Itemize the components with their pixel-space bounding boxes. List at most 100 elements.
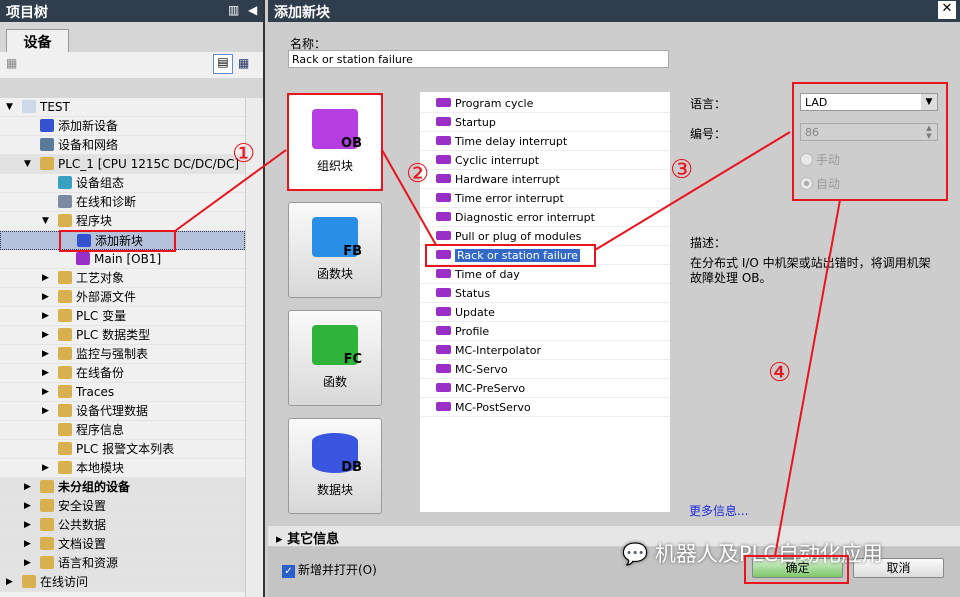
ob-list-item[interactable]: Status [420,284,670,303]
chevron-down-icon[interactable]: ▼ [921,94,937,110]
other-info-label: 其它信息 [287,532,340,547]
expand-open-icon[interactable]: ▼ [24,155,31,174]
manual-radio[interactable]: 手动 [800,151,840,168]
more-info-link[interactable]: 更多信息... [689,502,748,519]
expand-closed-icon[interactable]: ▶ [24,516,31,535]
tree-item-label: 外部源文件 [76,290,137,304]
project-tree-header: 项目树 ▥ ◀ [0,0,263,22]
tree-item[interactable]: ▼ TEST [0,98,245,117]
expand-closed-icon[interactable]: ▶ [42,364,49,383]
block-type-db[interactable]: DB 数据块 [288,418,382,514]
expand-open-icon[interactable]: ▼ [42,212,49,231]
block-type-ob[interactable]: OB 组织块 [288,94,382,190]
ob-list-item[interactable]: MC-PreServo [420,379,670,398]
number-stepper[interactable]: 86 ▲ ▼ [800,123,938,141]
spinner-icon[interactable]: ▲ ▼ [921,124,937,140]
tree-item[interactable]: ▶ Traces [0,383,245,402]
tree-item[interactable]: ▶ 公共数据 [0,516,245,535]
tree-item-icon [58,309,72,322]
ob-list-item[interactable]: MC-PostServo [420,398,670,417]
close-icon[interactable]: ✕ [938,1,956,19]
tree-item-label: 本地模块 [76,461,125,475]
tree-item-icon [58,461,72,474]
tree-item-icon [58,423,72,436]
tree-item[interactable]: ▶ 在线备份 [0,364,245,383]
expand-closed-icon[interactable]: ▶ [42,307,49,326]
tree-item[interactable]: ▶ 语言和资源 [0,554,245,573]
name-input[interactable]: Rack or station failure [288,50,669,68]
tree-item[interactable]: 在线和诊断 [0,193,245,212]
tree-item[interactable]: 添加新块 [0,231,245,250]
tree-item[interactable]: 添加新设备 [0,117,245,136]
language-value: LAD [805,96,828,109]
tree-item-label: 在线和诊断 [76,195,137,209]
tree-item[interactable]: ▶ 本地模块 [0,459,245,478]
tree-item-icon [76,252,90,265]
tree-item[interactable]: 设备和网络 [0,136,245,155]
ob-list-item[interactable]: Diagnostic error interrupt [420,208,670,227]
auto-radio[interactable]: 自动 [800,175,840,192]
tree-item[interactable]: 程序信息 [0,421,245,440]
expand-closed-icon[interactable]: ▶ [24,554,31,573]
ob-list-item[interactable]: Cyclic interrupt [420,151,670,170]
tree-item[interactable]: ▶ 外部源文件 [0,288,245,307]
panel-layout-icon[interactable]: ▥ [228,3,239,17]
tab-devices[interactable]: 设备 [6,29,69,52]
tree-item[interactable]: ▶ 文档设置 [0,535,245,554]
tree-item[interactable]: Main [OB1] [0,250,245,269]
expand-closed-icon[interactable]: ▶ [42,326,49,345]
tree-item[interactable]: ▶ 工艺对象 [0,269,245,288]
tree-item-icon [40,518,54,531]
ob-list-item[interactable]: Pull or plug of modules [420,227,670,246]
tree-item[interactable]: 设备组态 [0,174,245,193]
block-type-fb[interactable]: FB 函数块 [288,202,382,298]
ob-list-item[interactable]: Profile [420,322,670,341]
expand-closed-icon[interactable]: ▶ [42,269,49,288]
ob-list-item[interactable]: Startup [420,113,670,132]
tree-item[interactable]: ▶ 安全设置 [0,497,245,516]
tree-scrollbar[interactable] [245,98,263,597]
ob-icon [436,136,451,145]
block-type-fc[interactable]: FC 函数 [288,310,382,406]
tree-item[interactable]: ▶ 在线访问 [0,573,245,592]
ob-list-item[interactable]: Program cycle [420,94,670,113]
ob-list-item[interactable]: Update [420,303,670,322]
language-select[interactable]: LAD ▼ [800,93,938,111]
expand-closed-icon[interactable]: ▶ [42,288,49,307]
tree-item[interactable]: ▼ PLC_1 [CPU 1215C DC/DC/DC] [0,155,245,174]
tree-item[interactable]: ▼ 程序块 [0,212,245,231]
detail-view-icon[interactable]: ▤ [213,54,233,74]
expand-closed-icon[interactable]: ▶ [42,459,49,478]
expand-closed-icon[interactable]: ▶ [42,383,49,402]
expand-closed-icon[interactable]: ▶ [42,345,49,364]
tree-item[interactable]: ▶ 未分组的设备 [0,478,245,497]
ob-icon [436,250,451,259]
ob-list-item[interactable]: Time error interrupt [420,189,670,208]
project-tree-title: 项目树 [6,5,48,21]
ob-list-item[interactable]: Time of day [420,265,670,284]
open-checkbox[interactable]: ✓ 新增并打开(O) [282,561,377,578]
ob-list-item[interactable]: MC-Servo [420,360,670,379]
expand-open-icon[interactable]: ▼ [6,98,13,117]
tree-item-icon [58,290,72,303]
expand-closed-icon[interactable]: ▶ [24,535,31,554]
tree-item[interactable]: ▶ PLC 数据类型 [0,326,245,345]
tree-item[interactable]: ▶ 监控与强制表 [0,345,245,364]
ob-list-item[interactable]: Time delay interrupt [420,132,670,151]
collapse-icon[interactable]: ◀ [248,3,257,17]
expand-closed-icon[interactable]: ▶ [42,402,49,421]
new-device-icon[interactable]: ▦ [6,56,17,70]
expand-closed-icon[interactable]: ▶ [6,573,13,592]
ob-icon [436,117,451,126]
expand-closed-icon[interactable]: ▶ [24,478,31,497]
tree-item[interactable]: ▶ 设备代理数据 [0,402,245,421]
tree-item[interactable]: ▶ PLC 变量 [0,307,245,326]
refresh-icon[interactable]: ▦ [238,56,249,70]
fc-block-icon: FC [312,325,362,367]
tree-item-icon [58,214,72,227]
expand-closed-icon[interactable]: ▶ [24,497,31,516]
ob-list-item[interactable]: Hardware interrupt [420,170,670,189]
ob-list-item[interactable]: Rack or station failure [420,246,670,265]
tree-item[interactable]: PLC 报警文本列表 [0,440,245,459]
ob-list-item[interactable]: MC-Interpolator [420,341,670,360]
